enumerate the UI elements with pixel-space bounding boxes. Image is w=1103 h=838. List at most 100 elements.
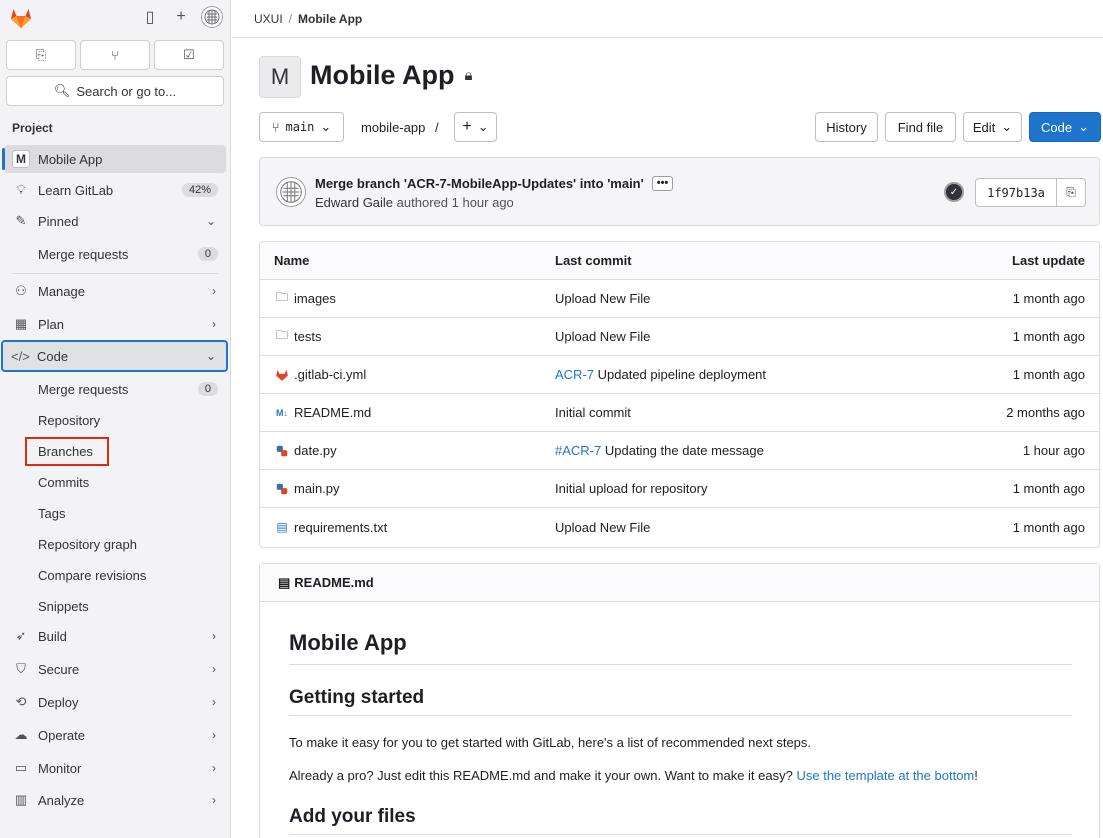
sidebar-item-label: Commits xyxy=(38,474,90,490)
breadcrumb-group-link[interactable]: UXUI xyxy=(254,12,283,26)
file-date: 1 month ago xyxy=(1012,519,1085,535)
file-date: 1 month ago xyxy=(1012,329,1085,344)
calendar-icon: ▦ xyxy=(14,316,28,331)
table-row[interactable]: 🗀 tests Upload New File 1 month ago xyxy=(260,318,1099,356)
history-button[interactable]: History xyxy=(815,112,878,142)
toggle-sidebar-icon[interactable]: ▯ xyxy=(139,6,161,28)
commit-message-link[interactable]: Initial commit xyxy=(555,405,631,420)
file-name-link[interactable]: requirements.txt xyxy=(294,520,387,535)
commit-message-link[interactable]: Upload New File xyxy=(555,291,650,306)
gitlab-logo-icon[interactable] xyxy=(9,6,33,30)
merge-requests-tab-icon[interactable]: ⑂ xyxy=(80,40,150,70)
folder-icon: 🗀 xyxy=(275,328,288,342)
todos-tab-icon[interactable]: ☑ xyxy=(154,40,224,70)
commit-author-link[interactable]: Edward Gaile xyxy=(315,195,393,210)
file-date: 1 hour ago xyxy=(1022,443,1085,458)
sidebar-item-analyze[interactable]: ▥ Analyze › xyxy=(4,786,226,814)
commit-message-link[interactable]: Updating the date message xyxy=(601,443,764,458)
sidebar-subitem-snippets[interactable]: Snippets xyxy=(26,593,226,619)
template-link[interactable]: Use the template at the bottom xyxy=(796,768,974,783)
commit-ref-link[interactable]: ACR-7 xyxy=(555,367,594,382)
cloud-gear-icon: ☁ xyxy=(14,727,28,742)
sidebar-item-manage[interactable]: ⚇ Manage › xyxy=(4,277,226,305)
breadcrumb: UXUI / Mobile App xyxy=(232,0,1103,38)
copy-icon[interactable]: ⎘ xyxy=(1057,179,1085,206)
file-name-link[interactable]: main.py xyxy=(294,481,340,496)
find-file-button[interactable]: Find file xyxy=(885,112,956,142)
readme-paragraph-2-end: ! xyxy=(974,768,978,783)
pipeline-status-icon[interactable]: ✓ xyxy=(944,182,964,202)
sidebar-item-pinned-merge-requests[interactable]: Merge requests 0 xyxy=(30,240,226,268)
table-row[interactable]: date.py #ACR-7 Updating the date message… xyxy=(260,432,1099,470)
readme-heading-add-files: Add your files xyxy=(289,806,1072,835)
sidebar-item-label: Learn GitLab xyxy=(38,182,114,198)
add-to-tree-dropdown[interactable]: + ⌄ xyxy=(454,112,497,142)
column-header-name: Name xyxy=(274,253,310,268)
sidebar-item-plan[interactable]: ▦ Plan › xyxy=(4,310,226,338)
commit-message-link[interactable]: Initial upload for repository xyxy=(555,481,707,496)
sidebar-item-secure[interactable]: ⛉ Secure › xyxy=(4,655,226,683)
sidebar-item-code[interactable]: </> Code ⌄ xyxy=(1,340,228,372)
commit-message-link[interactable]: Updated pipeline deployment xyxy=(594,367,766,382)
create-new-icon[interactable]: + xyxy=(170,6,192,28)
edit-dropdown[interactable]: Edit ⌄ xyxy=(963,112,1022,142)
sidebar-item-build[interactable]: ➶ Build › xyxy=(4,622,226,650)
lightbulb-icon: 💡︎ xyxy=(16,182,26,197)
code-dropdown[interactable]: Code ⌄ xyxy=(1029,112,1101,142)
edit-dropdown-label: Edit xyxy=(972,119,996,135)
commit-message-link[interactable]: Upload New File xyxy=(555,329,650,344)
branch-selector[interactable]: ⑂ main ⌄ xyxy=(259,112,344,142)
commit-action: authored xyxy=(396,195,448,210)
count-badge: 0 xyxy=(197,382,218,396)
file-name-link[interactable]: date.py xyxy=(294,443,337,458)
project-title-text: Mobile App xyxy=(310,60,455,90)
sidebar-item-label: Secure xyxy=(38,661,80,677)
plus-icon: + xyxy=(462,118,472,135)
search-button[interactable]: 🔍︎ Search or go to... xyxy=(6,76,224,106)
sidebar-item-label: Monitor xyxy=(38,760,82,776)
file-name-link[interactable]: .gitlab-ci.yml xyxy=(294,367,366,382)
breadcrumb-project-link[interactable]: Mobile App xyxy=(298,12,362,26)
commit-message-link[interactable]: Upload New File xyxy=(555,520,650,535)
sidebar-subitem-repository-graph[interactable]: Repository graph xyxy=(26,531,226,557)
commit-sha-button[interactable]: 1f97b13a xyxy=(976,179,1057,206)
chevron-right-icon: › xyxy=(212,695,216,709)
sidebar-item-project[interactable]: M Mobile App xyxy=(2,145,226,173)
file-date: 1 month ago xyxy=(1012,367,1085,382)
sidebar-subitem-tags[interactable]: Tags xyxy=(26,500,226,526)
readme-heading-1: Mobile App xyxy=(289,630,1072,665)
file-date: 2 months ago xyxy=(1006,405,1085,420)
table-row[interactable]: M↓ README.md Initial commit 2 months ago xyxy=(260,394,1099,432)
file-name-link[interactable]: images xyxy=(294,291,336,306)
divider xyxy=(12,273,218,274)
table-row[interactable]: 🗀 images Upload New File 1 month ago xyxy=(260,280,1099,318)
commit-title-link[interactable]: Merge branch 'ACR-7-MobileApp-Updates' i… xyxy=(315,176,644,191)
sidebar-item-label: Merge requests xyxy=(38,246,129,262)
table-row[interactable]: .gitlab-ci.yml ACR-7 Updated pipeline de… xyxy=(260,356,1099,394)
file-date: 1 month ago xyxy=(1012,291,1085,306)
sidebar-subitem-commits[interactable]: Commits xyxy=(26,469,226,495)
sidebar-item-pinned[interactable]: ✎ Pinned ⌄ xyxy=(4,207,226,235)
sidebar-item-monitor[interactable]: ▭ Monitor › xyxy=(4,754,226,782)
sidebar-item-operate[interactable]: ☁ Operate › xyxy=(4,721,226,749)
chevron-right-icon: › xyxy=(212,793,216,807)
file-name-link[interactable]: README.md xyxy=(294,405,371,420)
ellipsis-icon[interactable]: ••• xyxy=(651,176,674,191)
repo-path-root-link[interactable]: mobile-app xyxy=(361,120,425,135)
table-row[interactable]: ▤ requirements.txt Upload New File 1 mon… xyxy=(260,508,1099,546)
sidebar-subitem-compare-revisions[interactable]: Compare revisions xyxy=(26,562,226,588)
readme-paragraph-2-text: Already a pro? Just edit this README.md … xyxy=(289,768,793,783)
sidebar-item-deploy[interactable]: ⟲ Deploy › xyxy=(4,688,226,716)
code-icon: </> xyxy=(11,348,30,364)
commit-ref-link[interactable]: #ACR-7 xyxy=(555,443,601,458)
sidebar-subitem-merge-requests[interactable]: Merge requests 0 xyxy=(26,376,226,402)
readme-file-link[interactable]: README.md xyxy=(294,575,373,590)
sidebar-subitem-repository[interactable]: Repository xyxy=(26,407,226,433)
table-row[interactable]: main.py Initial upload for repository 1 … xyxy=(260,470,1099,508)
author-avatar[interactable] xyxy=(276,177,306,207)
sidebar-item-learn-gitlab[interactable]: 💡︎ Learn GitLab 42% xyxy=(4,176,226,204)
python-icon xyxy=(276,445,288,456)
user-avatar[interactable] xyxy=(201,6,223,28)
file-name-link[interactable]: tests xyxy=(294,329,321,344)
issues-tab-icon[interactable]: ⎘ xyxy=(6,40,76,70)
